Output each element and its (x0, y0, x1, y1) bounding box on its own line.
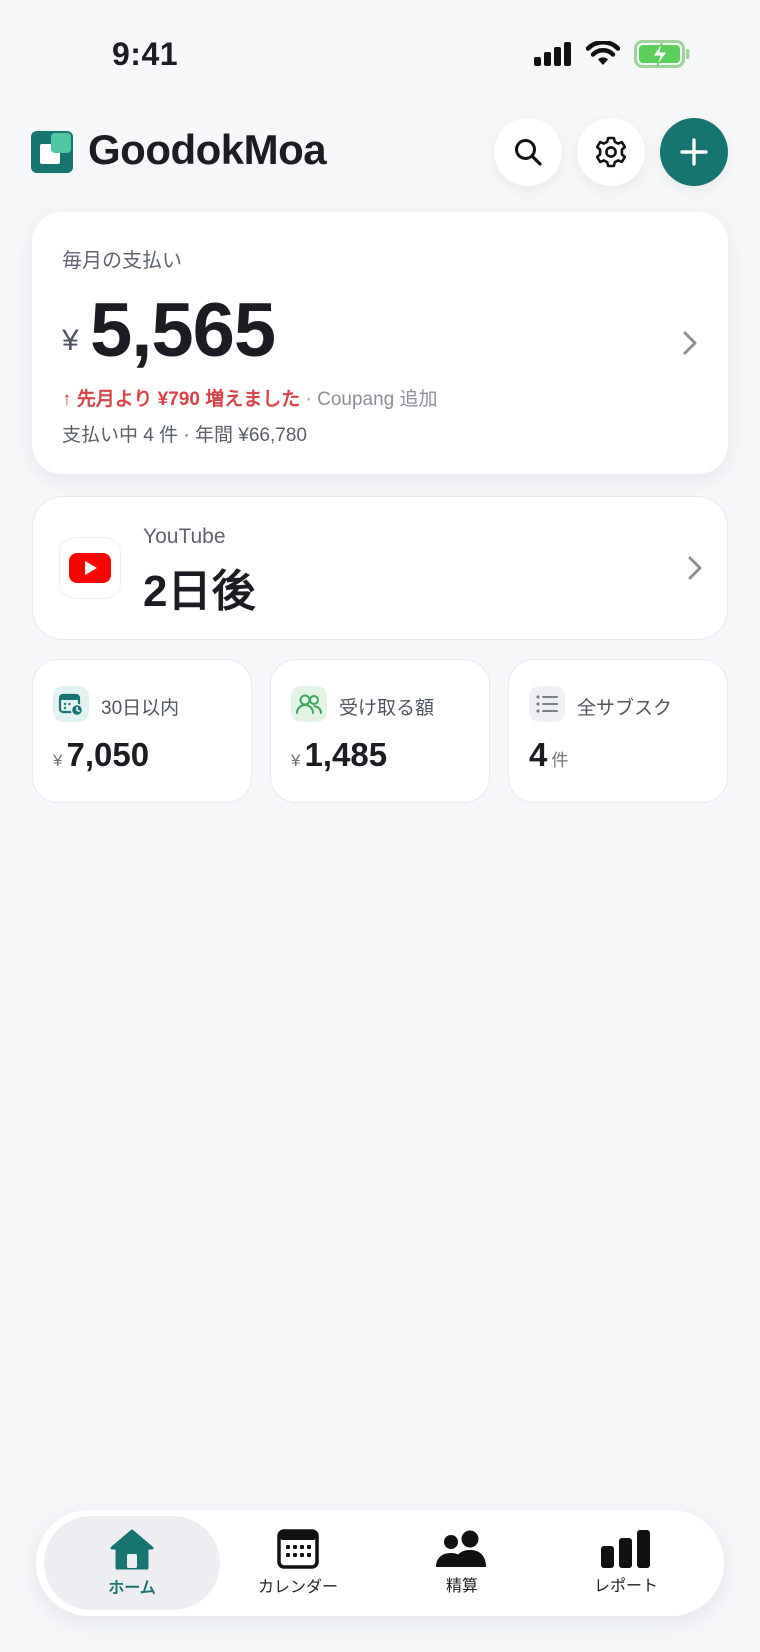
gear-icon (595, 136, 627, 168)
home-icon (110, 1529, 154, 1570)
stat-label: 受け取る額 (339, 698, 435, 719)
stat-amount: 1,485 (304, 736, 388, 773)
tab-label: レポート (593, 1578, 658, 1595)
stat-value: 4件 (529, 736, 568, 774)
tab-label: 精算 (445, 1578, 478, 1595)
wifi-icon (586, 41, 620, 65)
currency-symbol: ¥ (53, 751, 63, 770)
monthly-label: 毎月の支払い (62, 250, 182, 272)
stat-unit: 件 (551, 751, 569, 770)
search-button[interactable] (494, 118, 562, 186)
monthly-summary: 支払い中 4 件 · 年間 ¥66,780 (62, 425, 307, 446)
service-logo (59, 537, 121, 599)
battery-charging-icon (634, 40, 690, 68)
next-payment-days: 2日後 (143, 567, 256, 616)
add-subscription-button[interactable] (660, 118, 728, 186)
tab-settlement[interactable]: 精算 (376, 1516, 548, 1610)
search-icon (515, 139, 542, 166)
next-service-name: YouTube (143, 525, 226, 548)
tab-home[interactable]: ホーム (44, 1516, 220, 1610)
status-bar: 9:41 (0, 0, 760, 110)
currency-symbol: ¥ (291, 751, 301, 770)
stat-label: 30日以内 (101, 698, 180, 719)
calendar-clock-icon (53, 686, 89, 722)
stat-card-receivable[interactable]: 受け取る額 ¥1,485 (270, 659, 490, 803)
chevron-right-icon (688, 556, 702, 580)
tab-report[interactable]: レポート (540, 1516, 712, 1610)
monthly-amount: 5,565 (90, 288, 276, 373)
stat-count: 4 (529, 736, 548, 773)
settings-button[interactable] (577, 118, 645, 186)
increase-text: ↑ 先月より ¥790 増えました (62, 389, 301, 410)
stat-card-all-subscriptions[interactable]: 全サブスク 4件 (508, 659, 728, 803)
status-icons (534, 40, 690, 68)
people-icon (436, 1530, 486, 1567)
bottom-tab-bar: ホーム カレンダー 精算 レポート (36, 1510, 724, 1616)
cellular-signal-icon (534, 42, 571, 66)
currency-symbol: ¥ (62, 324, 79, 357)
calendar-icon (277, 1529, 319, 1569)
app-logo-icon (31, 131, 73, 173)
youtube-icon (69, 553, 111, 583)
chevron-right-icon (683, 331, 697, 355)
monthly-payment-card[interactable]: 毎月の支払い ¥ 5,565 ↑ 先月より ¥790 増えました · Coupa… (32, 212, 728, 474)
bar-chart-icon (601, 1530, 650, 1568)
app-header: GoodokMoa (0, 112, 760, 192)
next-payment-card[interactable]: YouTube 2日後 (32, 496, 728, 640)
monthly-change: ↑ 先月より ¥790 増えました · Coupang 追加 (62, 384, 438, 411)
tab-label: カレンダー (257, 1579, 338, 1596)
users-icon (291, 686, 327, 722)
stat-amount: 7,050 (66, 736, 150, 773)
stat-value: ¥7,050 (53, 736, 149, 774)
change-note: · Coupang 追加 (300, 389, 438, 410)
list-icon (529, 686, 565, 722)
tab-calendar[interactable]: カレンダー (212, 1516, 384, 1610)
stat-card-30-days[interactable]: 30日以内 ¥7,050 (32, 659, 252, 803)
stat-value: ¥1,485 (291, 736, 387, 774)
stat-label: 全サブスク (577, 698, 673, 719)
app-title: GoodokMoa (88, 126, 327, 173)
tab-label: ホーム (108, 1580, 156, 1597)
status-time: 9:41 (112, 36, 179, 72)
plus-icon (680, 138, 708, 166)
